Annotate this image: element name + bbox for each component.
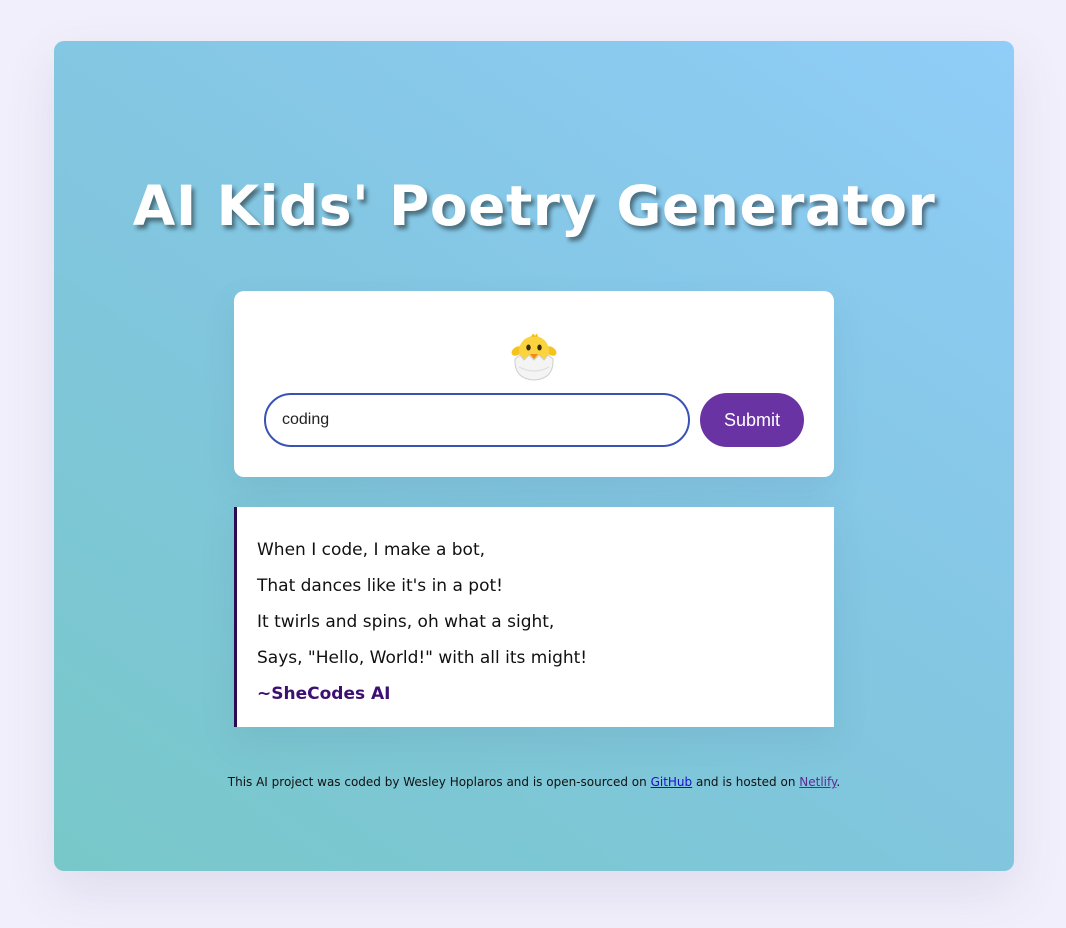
netlify-link[interactable]: Netlify — [799, 775, 836, 789]
poem-line: It twirls and spins, oh what a sight, — [257, 612, 555, 632]
submit-button[interactable]: Submit — [700, 393, 804, 447]
poem-line: When I code, I make a bot, — [257, 540, 486, 560]
hatching-chick-icon — [511, 333, 557, 381]
poem-signature: ~SheCodes AI — [257, 684, 391, 704]
main-container: AI Kids' Poetry Generator Submit When I … — [54, 41, 1014, 871]
poem-output: When I code, I make a bot, That dances l… — [234, 507, 834, 727]
poem-line: That dances like it's in a pot! — [257, 576, 503, 596]
search-input[interactable] — [264, 393, 690, 447]
poem-line: Says, "Hello, World!" with all its might… — [257, 648, 588, 668]
github-link[interactable]: GitHub — [651, 775, 693, 789]
footer: This AI project was coded by Wesley Hopl… — [54, 775, 1014, 789]
page-title: AI Kids' Poetry Generator — [132, 174, 936, 238]
footer-text: This AI project was coded by Wesley Hopl… — [227, 775, 651, 789]
footer-text: . — [836, 775, 841, 789]
footer-text: and is hosted on — [692, 775, 800, 789]
search-form: Submit — [234, 291, 834, 477]
